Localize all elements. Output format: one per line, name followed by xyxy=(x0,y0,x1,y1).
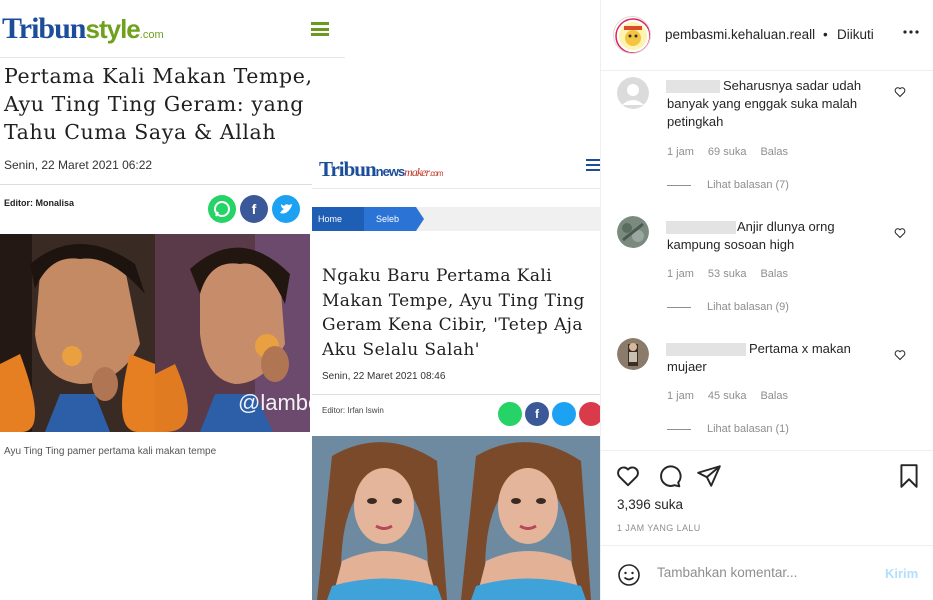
comment-text: Pertama x makan mujaer xyxy=(667,341,851,374)
bookmark-icon[interactable] xyxy=(896,463,922,489)
article-editor: Editor: Monalisa xyxy=(4,198,75,208)
comment-input[interactable] xyxy=(657,565,877,580)
comment-time: 1 jam xyxy=(667,268,694,280)
comment-avatar[interactable] xyxy=(617,216,649,248)
comment-likes[interactable]: 45 suka xyxy=(708,390,747,402)
facebook-icon: f xyxy=(525,402,549,426)
emoji-icon[interactable] xyxy=(617,563,641,587)
comment-likes[interactable]: 53 suka xyxy=(708,268,747,280)
comment-composer: Kirim xyxy=(601,545,933,600)
divider xyxy=(0,184,345,185)
tribunstyle-screenshot: Tribunstyle.com Pertama Kali Makan Tempe… xyxy=(0,0,378,600)
comment-text: Seharusnya sadar udah banyak yang enggak… xyxy=(667,78,862,129)
view-replies-label: Lihat balasan (7) xyxy=(707,179,789,191)
view-replies-label: Lihat balasan (9) xyxy=(707,301,789,313)
comment-avatar[interactable] xyxy=(617,338,649,370)
reply-button[interactable]: Balas xyxy=(760,268,788,280)
comment-time: 1 jam xyxy=(667,146,694,158)
ellipsis-icon[interactable] xyxy=(903,24,919,45)
tribunstyle-header: Tribunstyle.com xyxy=(0,0,345,58)
send-button[interactable]: Kirim xyxy=(885,566,918,581)
post-header: pembasmi.kehaluan.reall • Diikuti xyxy=(601,0,933,71)
hamburger-menu-icon xyxy=(311,22,329,36)
reply-button[interactable]: Balas xyxy=(760,146,788,158)
view-replies-button[interactable]: Lihat balasan (7) xyxy=(667,179,789,191)
username[interactable]: pembasmi.kehaluan.reall xyxy=(665,27,815,42)
comment-time: 1 jam xyxy=(667,390,694,402)
likes-count[interactable]: 3,396 suka xyxy=(617,497,683,512)
reply-button[interactable]: Balas xyxy=(760,390,788,402)
heart-icon[interactable] xyxy=(894,85,906,98)
breadcrumb-section: Seleb xyxy=(364,207,416,231)
breadcrumb: Home Seleb xyxy=(312,207,600,231)
whatsapp-icon xyxy=(498,402,522,426)
heart-icon[interactable] xyxy=(894,226,906,239)
tribunstyle-logo: Tribunstyle.com xyxy=(2,12,164,45)
divider xyxy=(312,188,600,189)
view-replies-button[interactable]: Lihat balasan (1) xyxy=(667,423,789,435)
comment-meta: 1 jam 69 suka Balas xyxy=(667,146,802,158)
view-replies-button[interactable]: Lihat balasan (9) xyxy=(667,301,789,313)
comment-meta: 1 jam 45 suka Balas xyxy=(667,390,802,402)
comment-bubble-icon[interactable] xyxy=(656,463,682,489)
breadcrumb-arrow xyxy=(416,207,424,231)
post-image: Tribunstyle.com Pertama Kali Makan Tempe… xyxy=(0,0,600,600)
twitter-icon xyxy=(552,402,576,426)
facebook-icon: f xyxy=(240,195,268,223)
post-time: 1 JAM YANG LALU xyxy=(617,523,701,533)
divider xyxy=(312,394,600,395)
avatar[interactable] xyxy=(613,16,651,54)
comment-avatar[interactable] xyxy=(617,77,649,109)
article-title: Ngaku Baru Pertama Kali Makan Tempe, Ayu… xyxy=(322,266,585,360)
share-paper-plane-icon[interactable] xyxy=(696,463,722,489)
following-button[interactable]: Diikuti xyxy=(837,27,874,42)
comment-meta: 1 jam 53 suka Balas xyxy=(667,268,802,280)
tribunnewsmaker-screenshot: Tribunnewsmaker.com Home Seleb Ngaku Bar… xyxy=(312,150,600,600)
separator-dot: • xyxy=(823,27,828,42)
photo-caption: Ayu Ting Ting pamer pertama kali makan t… xyxy=(4,446,217,457)
breadcrumb-home: Home xyxy=(312,207,364,231)
like-heart-icon[interactable] xyxy=(615,463,641,489)
share-icon xyxy=(579,402,600,426)
post-actions: 3,396 suka 1 JAM YANG LALU xyxy=(601,450,933,545)
article-date: Senin, 22 Maret 2021 08:46 xyxy=(322,371,446,382)
tribunnewsmaker-logo: Tribunnewsmaker.com xyxy=(319,157,444,181)
post-side-panel: pembasmi.kehaluan.reall • Diikuti Seharu… xyxy=(600,0,933,600)
article-title: Pertama Kali Makan Tempe, Ayu Ting Ting … xyxy=(4,64,313,144)
comment-likes[interactable]: 69 suka xyxy=(708,146,747,158)
view-replies-label: Lihat balasan (1) xyxy=(707,423,789,435)
article-editor: Editor: Irfan Iswin xyxy=(322,406,384,415)
comment-text: Anjir dlunya orng kampung sosoan high xyxy=(667,219,835,252)
twitter-icon xyxy=(272,195,300,223)
whatsapp-icon xyxy=(208,195,236,223)
article-photo xyxy=(312,436,600,600)
article-date: Senin, 22 Maret 2021 06:22 xyxy=(4,158,153,172)
hamburger-menu-icon xyxy=(586,159,600,171)
heart-icon[interactable] xyxy=(894,348,906,361)
